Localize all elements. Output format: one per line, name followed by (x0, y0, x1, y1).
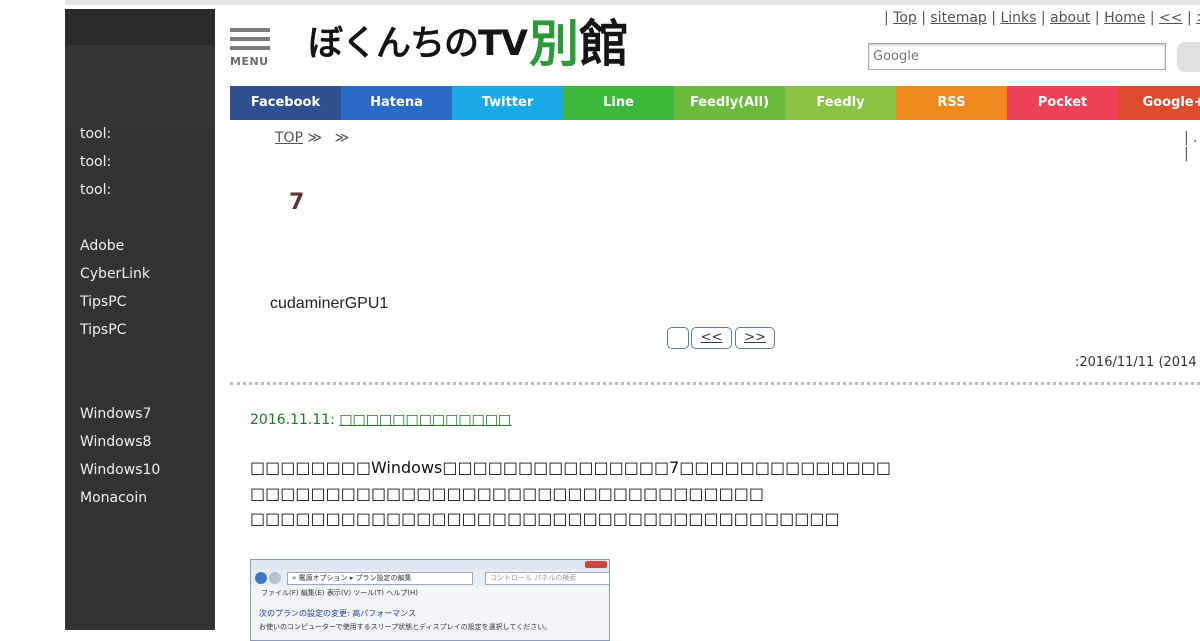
top-links: | Top | sitemap | Links | about | Home |… (884, 10, 1200, 26)
feedly-button[interactable]: Feedly (785, 86, 896, 120)
entry-line-1: □□□□□□□□Windows□□□□□□□□□□□□□□□7□□□□□□□□□… (250, 458, 891, 477)
pocket-button[interactable]: Pocket (1007, 86, 1118, 120)
entry-title-link[interactable]: □□□□□□□□□□□□□ (339, 412, 511, 428)
social-bar: Facebook Hatena Twitter Line Feedly(All)… (230, 86, 1200, 120)
breadcrumb: TOP ≫ ≫ (275, 130, 349, 146)
screenshot-search: コントロール パネルの検索 (485, 572, 609, 585)
separator: | (1186, 10, 1192, 26)
pager-prev-button[interactable]: << (691, 327, 732, 349)
top-link-next[interactable]: > (1196, 10, 1200, 26)
share-hatena-button[interactable]: Hatena (341, 86, 452, 120)
hamburger-bar (230, 46, 270, 50)
breadcrumb-top-link[interactable]: TOP (275, 130, 303, 146)
share-googleplus-button[interactable]: Google+ (1118, 86, 1200, 120)
sidebar-item-tool-2[interactable]: tool: (80, 153, 111, 171)
sidebar-item-cyberlink[interactable]: CyberLink (80, 265, 150, 283)
top-link-sitemap[interactable]: sitemap (930, 10, 986, 26)
sidebar-item-tipspc-2[interactable]: TipsPC (80, 321, 126, 339)
entry-line-3: □□□□□□□□□□□□□□□□□□□□□□□□□□□□□□□□□□□□□□□ (250, 509, 840, 528)
article-screenshot: « 電源オプション ▸ プラン設定の編集 コントロール パネルの検索 ファイル(… (250, 559, 610, 641)
separator: | (884, 10, 889, 26)
pager-prev-label: << (700, 330, 723, 345)
separator: | (1149, 10, 1155, 26)
forward-icon (269, 572, 281, 584)
screenshot-heading: 次のプランの設定の変更: 高パフォーマンス (259, 609, 417, 618)
screenshot-path: « 電源オプション ▸ プラン設定の編集 (287, 572, 473, 585)
top-strip (65, 0, 1200, 5)
post-dates: :2016/11/11 (2014 (1075, 355, 1197, 370)
separator: | (991, 10, 996, 26)
pager-first-button[interactable] (667, 327, 689, 349)
logo-text: ぼくんちのTV (308, 24, 528, 64)
screenshot-text: お使いのコンピューターで使用するスリープ状態とディスプレイの設定を選択してくださ… (259, 623, 552, 631)
feedly-all-button[interactable]: Feedly(All) (674, 86, 785, 120)
sidebar-item-monacoin[interactable]: Monacoin (80, 489, 147, 507)
entry-date: 2016.11.11: □□□□□□□□□□□□□ (250, 412, 511, 428)
search-button[interactable] (1177, 42, 1200, 72)
search-input[interactable] (868, 43, 1166, 70)
breadcrumb-separator: ≫ (307, 130, 323, 146)
top-link-about[interactable]: about (1050, 10, 1090, 26)
share-line-button[interactable]: Line (563, 86, 674, 120)
sidebar: tool: tool: tool: Adobe CyberLink TipsPC… (65, 9, 215, 630)
separator: | (1094, 10, 1100, 26)
separator: | (921, 10, 926, 26)
top-link-home[interactable]: Home (1104, 10, 1145, 26)
pager-next-button[interactable]: >> (735, 327, 775, 349)
breadcrumb-right: | . | (1184, 130, 1198, 162)
menu-label: MENU (230, 55, 269, 68)
top-link-top[interactable]: Top (893, 10, 917, 26)
sidebar-header (65, 9, 215, 45)
post-summary: cudaminerGPU1 (270, 295, 389, 312)
menu-button[interactable]: MENU (230, 28, 270, 72)
divider (230, 382, 1200, 385)
logo-accent-2: 館 (578, 15, 629, 73)
sidebar-item-tipspc-1[interactable]: TipsPC (80, 293, 126, 311)
sidebar-item-windows10[interactable]: Windows10 (80, 461, 160, 479)
logo-accent: 別 (528, 15, 579, 73)
rss-button[interactable]: RSS (896, 86, 1007, 120)
share-twitter-button[interactable]: Twitter (452, 86, 563, 120)
hamburger-icon (230, 28, 270, 32)
sidebar-item-adobe[interactable]: Adobe (80, 237, 124, 255)
entry-line-2: □□□□□□□□□□□□□□□□□□□□□□□□□□□□□□□□□□ (250, 484, 764, 503)
sidebar-item-windows7[interactable]: Windows7 (80, 405, 151, 423)
top-link-prev[interactable]: << (1159, 10, 1182, 26)
site-logo[interactable]: ぼくんちのTV別館 (308, 16, 629, 72)
separator: | (1040, 10, 1046, 26)
sidebar-item-tool-3[interactable]: tool: (80, 181, 111, 199)
sidebar-item-windows8[interactable]: Windows8 (80, 433, 151, 451)
hamburger-bar (230, 37, 270, 41)
entry-date-value: 2016.11.11: (250, 412, 335, 428)
sidebar-item-tool-1[interactable]: tool: (80, 125, 111, 143)
share-facebook-button[interactable]: Facebook (230, 86, 341, 120)
pager-next-label: >> (744, 330, 766, 345)
close-icon (585, 561, 607, 568)
top-link-links[interactable]: Links (1000, 10, 1036, 26)
screenshot-menu: ファイル(F) 編集(E) 表示(V) ツール(T) ヘルプ(H) (261, 589, 418, 597)
post-title: 7 (289, 190, 305, 215)
screenshot-titlebar (251, 560, 609, 570)
back-icon (255, 572, 267, 584)
breadcrumb-separator: ≫ (334, 130, 350, 146)
sidebar-ad-block (65, 45, 215, 129)
